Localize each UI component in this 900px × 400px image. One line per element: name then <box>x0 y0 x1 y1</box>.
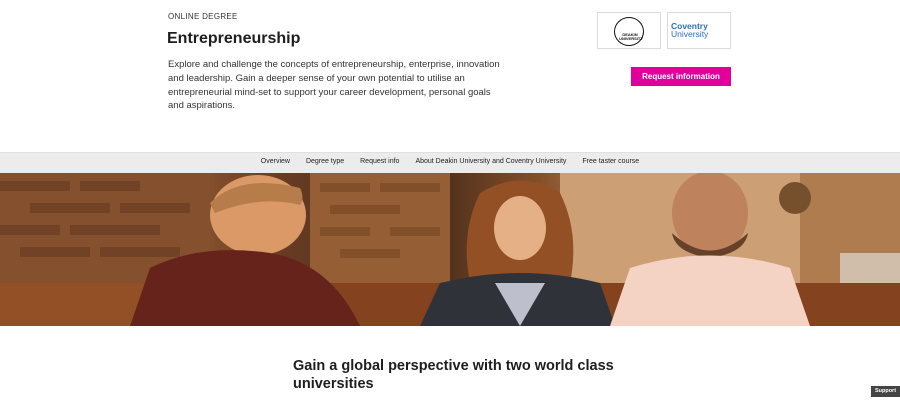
subnav-item-degree-type[interactable]: Degree type <box>306 158 344 165</box>
section-subnav: Overview Degree type Request info About … <box>0 152 900 173</box>
deakin-university-logo: DEAKIN UNIVERSITY <box>597 12 661 49</box>
request-information-button[interactable]: Request information <box>631 67 731 86</box>
subnav-item-about-universities[interactable]: About Deakin University and Coventry Uni… <box>415 158 566 165</box>
hero-photo-illustration <box>0 173 900 326</box>
course-description: Explore and challenge the concepts of en… <box>168 59 500 112</box>
coventry-logo-line2: University <box>671 29 709 39</box>
page-title: Entrepreneurship <box>167 30 301 47</box>
page-header: ONLINE DEGREE Entrepreneurship Explore a… <box>0 0 900 152</box>
coventry-university-logo: Coventry University <box>667 12 731 49</box>
deakin-logo-text: DEAKIN UNIVERSITY <box>619 32 644 41</box>
support-button[interactable]: Support <box>871 386 900 397</box>
degree-type-eyebrow: ONLINE DEGREE <box>168 12 238 21</box>
subnav-item-request-info[interactable]: Request info <box>360 158 399 165</box>
coventry-logo-text: Coventry University <box>671 22 709 39</box>
subnav-item-overview[interactable]: Overview <box>261 158 290 165</box>
section-heading: Gain a global perspective with two world… <box>293 358 614 392</box>
hero-photo-image <box>0 173 900 326</box>
subnav-list: Overview Degree type Request info About … <box>0 153 900 165</box>
deakin-seal-icon: DEAKIN UNIVERSITY <box>614 17 644 46</box>
subnav-item-free-taster[interactable]: Free taster course <box>582 158 639 165</box>
